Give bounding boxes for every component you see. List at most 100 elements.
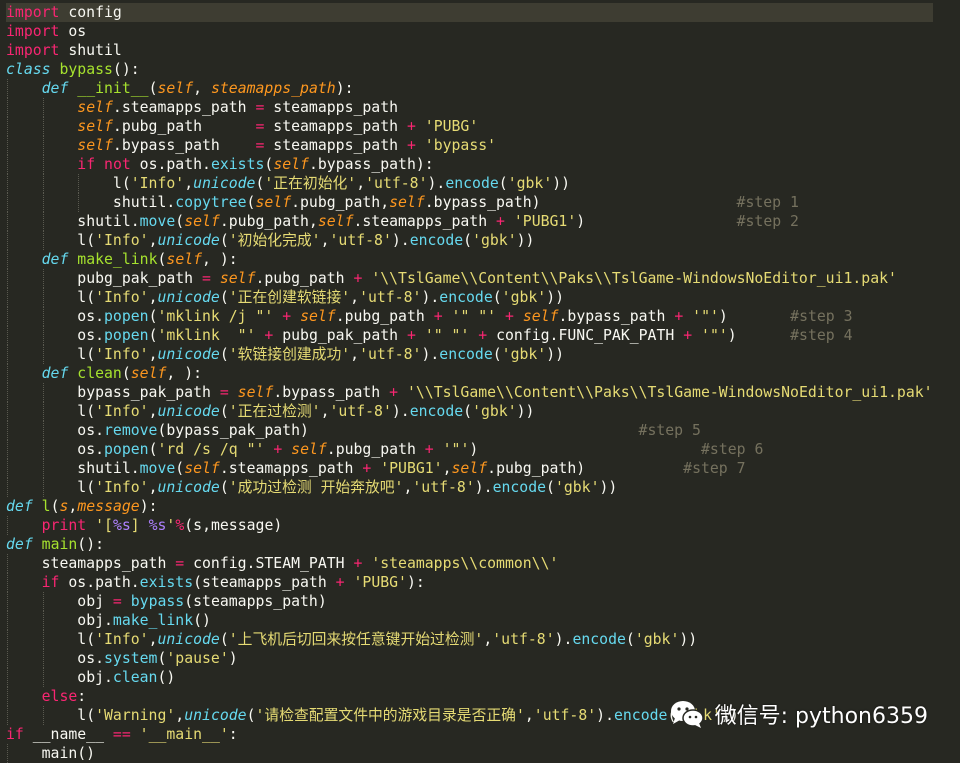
code-token: self [317,213,354,230]
code-token: '[ [95,517,113,534]
indent-guide [42,592,44,611]
code-token: if [6,726,24,743]
code-line[interactable]: os.popen('mklink /j "' + self.pubg_path … [6,307,933,326]
indent-guide [78,193,80,212]
code-token: , [350,289,360,306]
code-token: make_link [77,251,158,268]
code-token: def [6,498,33,515]
code-token: unicode [157,346,220,363]
code-token: l( [77,289,96,306]
code-line[interactable]: l('Info',unicode('上飞机后切回来按任意键开始过检测','utf… [6,630,933,649]
code-line[interactable]: os.system('pause') [6,649,933,668]
code-token: + [273,441,283,458]
code-line[interactable]: self.pubg_path = steamapps_path + 'PUBG' [6,117,933,136]
code-token: ) [576,213,737,230]
code-token: #step 3 [790,308,853,325]
code-token: '正在初始化' [264,175,357,192]
code-token: self [77,99,113,116]
code-token: '初始化完成' [228,232,321,249]
code-line[interactable]: steamapps_path = config.STEAM_PATH + 'st… [6,554,933,573]
code-token: 'mklink /j "' [157,308,274,325]
code-line[interactable]: def clean(self, ): [6,364,933,383]
code-token: 'gbk' [501,289,547,306]
code-line[interactable]: if os.path.exists(steamapps_path + 'PUBG… [6,573,933,592]
code-editor[interactable]: import config import os import shutil class… [0,0,960,763]
code-line[interactable]: def l(s,message): [6,497,933,516]
code-token: ' [166,517,176,534]
code-line[interactable]: l('Info',unicode('初始化完成','utf-8').encode… [6,231,933,250]
code-token: #step 5 [638,422,701,439]
code-line[interactable]: pubg_pak_path = self.pubg_path + '\\TslG… [6,269,933,288]
code-line[interactable]: if not os.path.exists(self.bypass_path): [6,155,933,174]
code-line[interactable]: l('Info',unicode('成功过检测 开始奔放吧','utf-8').… [6,478,933,497]
indent-guide [7,364,8,383]
code-token: self [184,213,220,230]
code-token: () [193,612,211,629]
code-token: print [41,517,87,534]
code-line[interactable]: import config [6,3,933,22]
code-token: self [77,118,113,135]
code-line[interactable]: shutil.move(self.steamapps_path + 'PUBG1… [6,459,933,478]
code-line[interactable]: os.popen('mklink "' + pubg_pak_path + '"… [6,326,933,345]
code-token: .pubg_path [326,441,425,458]
code-line[interactable]: bypass_pak_path = self.bypass_path + '\\… [6,383,933,402]
code-token: #step 6 [701,441,764,458]
code-line[interactable]: import shutil [6,41,933,60]
code-token: = [175,555,185,572]
code-token: self [237,384,274,401]
code-token: 'Info' [95,479,149,496]
code-token: #step 7 [683,460,746,477]
code-line[interactable]: import os [6,22,933,41]
code-line[interactable]: os.popen('rd /s /q "' + self.pubg_path +… [6,440,933,459]
code-token: 'Info' [130,175,185,192]
code-token: 'PUBG' [353,574,407,591]
code-token: def [6,536,33,553]
code-line[interactable]: class bypass(): [6,60,933,79]
code-token: '"' [442,441,470,458]
code-line[interactable]: l('Info',unicode('正在过检测','utf-8').encode… [6,402,933,421]
code-token: config.FUNC_PAK_PATH [487,327,684,344]
code-line[interactable]: obj = bypass(steamapps_path) [6,592,933,611]
code-token: import [6,42,60,59]
code-line[interactable]: obj.make_link() [6,611,933,630]
indent-guide [42,307,44,326]
code-line[interactable]: main() [6,744,933,763]
code-line[interactable]: self.steamapps_path = steamapps_path [6,98,933,117]
code-area[interactable]: import config import os import shutil class… [6,3,933,763]
code-line[interactable]: def main(): [6,535,933,554]
code-line[interactable]: self.bypass_path = steamapps_path + 'byp… [6,136,933,155]
code-token: (): [77,536,105,553]
code-token: %s [112,517,131,534]
indent-guide [42,459,44,478]
code-token: l( [77,232,96,249]
code-line[interactable]: os.remove(bypass_pak_path) #step 5 [6,421,933,440]
code-line[interactable]: obj.clean() [6,668,933,687]
code-line[interactable]: def __init__(self, steamapps_path): [6,79,933,98]
code-token: ( [463,403,473,420]
code-line[interactable]: l('Info',unicode('软链接创建成功','utf-8').enco… [6,345,933,364]
indent-guide [7,459,8,478]
code-token: '\\TslGame\\Content\\Paks\\TslGame-Windo… [406,384,933,401]
code-token: os. [77,422,105,439]
indent-guide [7,326,8,345]
indent-guide [42,630,44,649]
code-line[interactable]: l('Info',unicode('正在初始化','utf-8').encode… [6,174,933,193]
code-token: , [483,631,493,648]
code-line[interactable]: shutil.move(self.pubg_path,self.steamapp… [6,212,933,231]
code-token: .pubg_path) [487,460,684,477]
code-token: , [193,80,211,97]
code-line[interactable]: def make_link(self, ): [6,250,933,269]
code-token: 'Info' [95,346,149,363]
code-token: 'mklink "' [157,327,256,344]
code-token: __name__ [23,726,113,743]
code-token: '上飞机后切回来按任意键开始过检测' [228,631,484,648]
code-line[interactable]: shutil.copytree(self.pubg_path,self.bypa… [6,193,933,212]
code-line[interactable]: print '[%s] %s'%(s,message) [6,516,933,535]
code-line[interactable]: l('Info',unicode('正在创建软链接','utf-8').enco… [6,288,933,307]
